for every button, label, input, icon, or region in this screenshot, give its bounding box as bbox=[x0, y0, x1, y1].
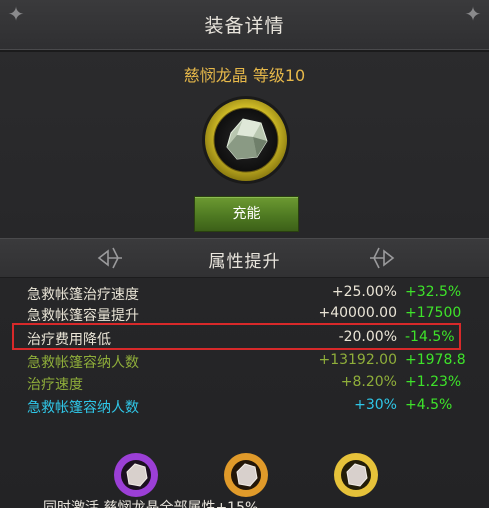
gem-crystal-icon bbox=[202, 96, 290, 184]
purple-gem-icon bbox=[114, 453, 158, 497]
stat-base-value: +25.00% bbox=[331, 284, 397, 300]
orange-gem-icon bbox=[224, 453, 268, 497]
stat-base-value: +40000.00 bbox=[318, 305, 397, 321]
stat-row: 急救帐篷容纳人数 +13192.00 +1978.8 bbox=[27, 352, 467, 372]
stat-label: 急救帐篷容纳人数 bbox=[27, 355, 139, 371]
item-name-level: 慈悯龙晶 等级10 bbox=[183, 66, 306, 85]
stat-label: 急救帐篷容纳人数 bbox=[27, 400, 139, 416]
title-bar: ✦ 装备详情 ✦ bbox=[0, 0, 489, 52]
stat-bonus-value: +1978.8 bbox=[405, 352, 466, 368]
stat-label: 急救帐篷容量提升 bbox=[27, 308, 139, 324]
stat-bonus-value: +4.5% bbox=[405, 397, 453, 413]
stat-label: 急救帐篷治疗速度 bbox=[27, 287, 139, 303]
stat-row: 急救帐篷容纳人数 +30% +4.5% bbox=[27, 397, 467, 417]
stat-bonus-value: +17500 bbox=[405, 305, 462, 321]
highlight-box bbox=[12, 323, 461, 350]
ornament-icon bbox=[370, 247, 395, 269]
window-title: 装备详情 bbox=[204, 15, 285, 37]
stat-label: 治疗速度 bbox=[27, 377, 83, 393]
set-bonus-text: 同时激活 慈悯龙晶全部属性+15% bbox=[43, 500, 259, 508]
stat-row: 急救帐篷容量提升 +40000.00 +17500 bbox=[27, 305, 467, 325]
corner-ornament-icon: ✦ bbox=[464, 2, 482, 26]
gold-gem-icon bbox=[334, 453, 378, 497]
section-title: 属性提升 bbox=[208, 252, 281, 272]
equipment-detail-panel: ✦ 装备详情 ✦ 慈悯龙晶 等级10 充能 属性提升 急救帐篷治疗速度 +25.… bbox=[0, 0, 489, 508]
attribute-section-header: 属性提升 bbox=[0, 238, 489, 278]
stat-base-value: +13192.00 bbox=[318, 352, 397, 368]
stat-bonus-value: +32.5% bbox=[405, 284, 462, 300]
stat-row: 急救帐篷治疗速度 +25.00% +32.5% bbox=[27, 284, 467, 304]
stat-base-value: +8.20% bbox=[340, 374, 397, 390]
stat-base-value: +30% bbox=[354, 397, 397, 413]
charge-button[interactable]: 充能 bbox=[194, 196, 299, 232]
stat-bonus-value: +1.23% bbox=[405, 374, 462, 390]
stat-row: 治疗速度 +8.20% +1.23% bbox=[27, 374, 467, 394]
